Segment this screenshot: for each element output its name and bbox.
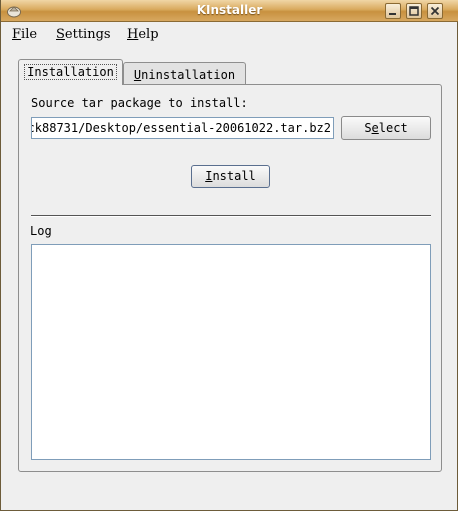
select-button[interactable]: Select — [341, 116, 431, 140]
title-bar[interactable]: KInstaller — [1, 0, 458, 22]
close-icon — [430, 6, 440, 16]
installation-panel: Source tar package to install: ock88731/… — [18, 84, 442, 472]
select-mnemonic: e — [371, 121, 379, 135]
tab-installation[interactable]: Installation — [18, 59, 123, 85]
log-label: Log — [30, 224, 52, 238]
menu-file-label: ile — [21, 27, 38, 42]
menu-help[interactable]: Help — [127, 27, 159, 42]
source-path-value: ock88731/Desktop/essential-20061022.tar.… — [31, 121, 331, 135]
menu-help-mnemonic: H — [127, 27, 139, 42]
log-textarea[interactable] — [31, 244, 431, 460]
tab-uninstallation-text: ninstallation — [141, 68, 236, 82]
install-label-rest: nstall — [212, 169, 256, 183]
kinstaller-window: KInstaller File Settings Help Installati… — [0, 0, 458, 511]
maximize-button[interactable] — [406, 3, 422, 19]
minimize-icon — [389, 13, 396, 15]
menu-settings-label: ettings — [64, 27, 111, 42]
tab-uninstallation-label: Uninstallation — [134, 68, 235, 82]
source-label: Source tar package to install: — [31, 96, 248, 110]
menu-bar: File Settings Help — [1, 23, 457, 45]
minimize-button[interactable] — [385, 3, 401, 19]
select-label-pre: S — [364, 121, 372, 135]
menu-settings-mnemonic: S — [56, 27, 65, 42]
menu-settings[interactable]: Settings — [56, 27, 111, 42]
menu-file[interactable]: File — [12, 27, 37, 42]
menu-file-mnemonic: F — [12, 27, 22, 42]
menu-help-label: elp — [138, 27, 159, 42]
tab-installation-label: Installation — [24, 64, 117, 80]
source-path-input[interactable]: ock88731/Desktop/essential-20061022.tar.… — [31, 117, 334, 139]
tab-uninstallation[interactable]: Uninstallation — [123, 62, 246, 86]
close-button[interactable] — [427, 3, 443, 19]
maximize-icon — [409, 6, 419, 16]
install-button[interactable]: Install — [191, 165, 270, 188]
separator — [31, 215, 431, 217]
select-label-rest: lect — [378, 121, 408, 135]
